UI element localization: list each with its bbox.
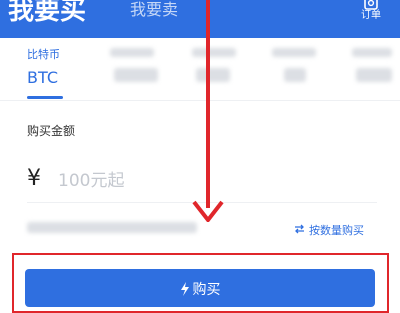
tabs-divider	[0, 100, 400, 101]
annotation-highlight-box	[12, 253, 389, 313]
currency-symbol: ¥	[27, 166, 41, 191]
coin-symbol: BTC	[27, 68, 58, 87]
coin-tab-blurred[interactable]	[108, 38, 168, 100]
coin-tabs: 比特币 BTC	[0, 38, 400, 100]
coin-name: 比特币	[27, 48, 60, 61]
order-list-icon	[364, 0, 378, 10]
annotation-arrow-head	[192, 200, 224, 222]
swap-arrows-icon	[294, 224, 305, 237]
buy-by-quantity-link[interactable]: 按数量购买	[294, 222, 364, 238]
blurred-coin-symbol	[284, 68, 306, 82]
blurred-coin-symbol	[114, 68, 158, 82]
coin-tab-btc[interactable]: 比特币 BTC	[27, 38, 87, 100]
buy-by-quantity-label: 按数量购买	[309, 224, 364, 237]
active-tab-indicator	[27, 96, 63, 99]
top-header: 我要买 我要卖 订单	[0, 0, 400, 38]
blurred-coin-symbol	[196, 68, 230, 82]
coin-tab-blurred[interactable]	[350, 38, 400, 100]
blurred-coin-symbol	[356, 68, 392, 82]
annotation-arrow-shaft	[206, 0, 210, 208]
blurred-coin-name	[352, 48, 392, 57]
orders-button[interactable]: 订单	[355, 0, 387, 28]
tab-sell[interactable]: 我要卖	[130, 0, 178, 20]
tab-buy[interactable]: 我要买	[8, 0, 86, 28]
orders-label: 订单	[361, 10, 381, 21]
blurred-coin-name	[192, 48, 236, 57]
blurred-coin-name	[272, 48, 316, 57]
blurred-info-text	[27, 222, 197, 233]
coin-tab-blurred[interactable]	[270, 38, 330, 100]
blurred-coin-name	[110, 48, 154, 57]
coin-tab-blurred[interactable]	[190, 38, 250, 100]
amount-label: 购买金额	[27, 124, 76, 138]
